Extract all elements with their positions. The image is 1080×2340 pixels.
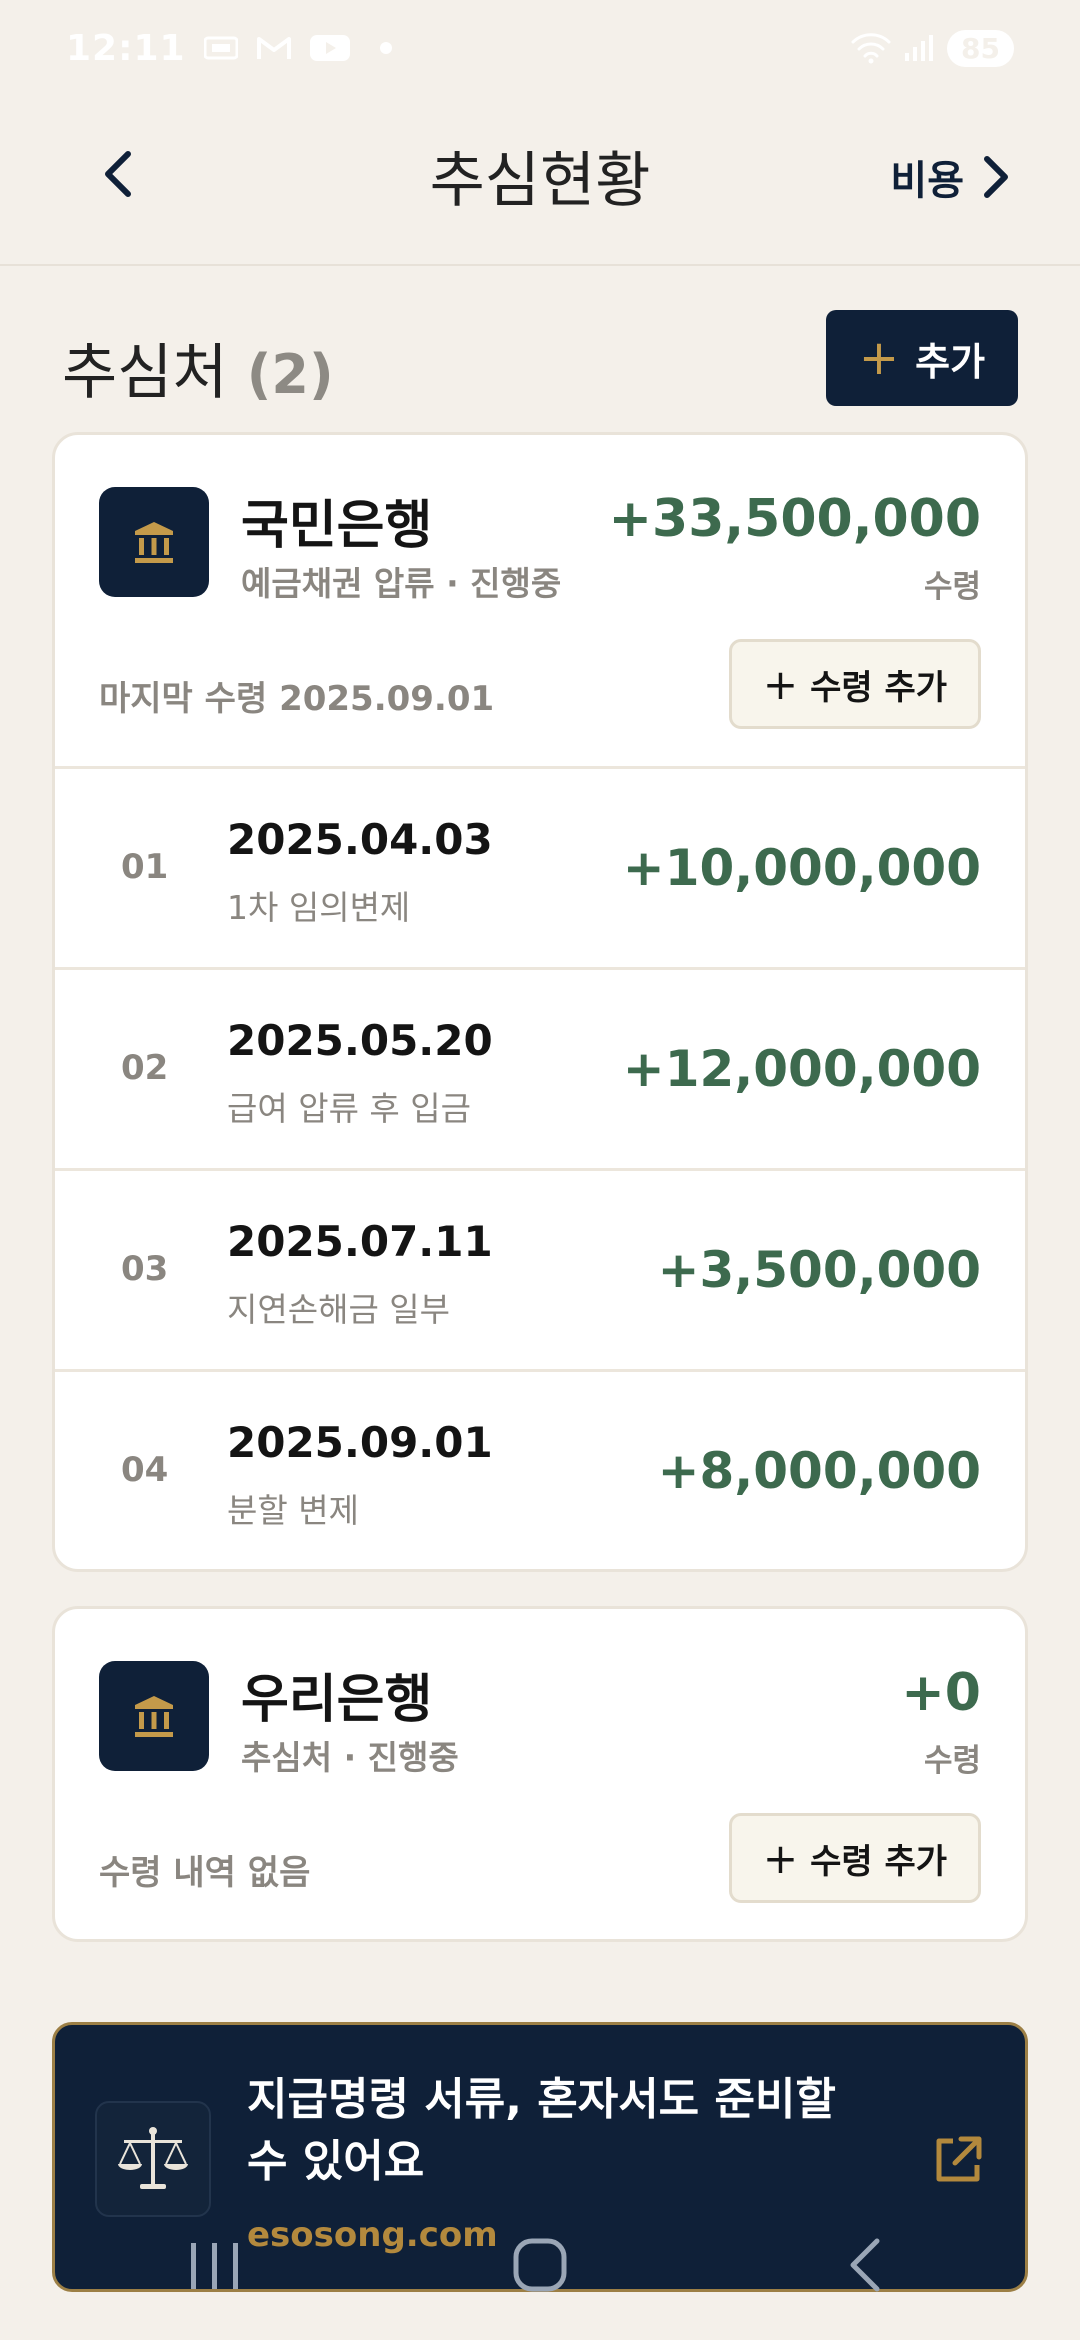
last-received: 마지막 수령 2025.09.01: [99, 679, 495, 719]
home-button[interactable]: [480, 2225, 600, 2305]
section-title: 추심처 (2): [62, 324, 334, 411]
receipt-number: 04: [121, 1450, 169, 1490]
creditor-total: +0: [901, 1663, 981, 1723]
signal-icon: [903, 33, 935, 63]
receipt-description: 급여 압류 후 입금: [227, 1089, 471, 1128]
creditor-card-header: 국민은행 예금채권 압류 · 진행중 +33,500,000 수령 마지막 수령…: [55, 435, 1025, 769]
status-bar: 12:11 85: [0, 0, 1080, 96]
home-icon: [513, 2238, 567, 2292]
add-creditor-button[interactable]: + 추가: [826, 310, 1018, 406]
receipt-row[interactable]: 04 2025.09.01 분할 변제 +8,000,000: [55, 1372, 1025, 1569]
receipt-amount: +3,500,000: [657, 1241, 981, 1299]
bank-icon: [99, 1661, 209, 1771]
plus-icon: +: [762, 1833, 799, 1883]
creditor-name: 국민은행: [241, 496, 433, 556]
status-right: 85: [851, 29, 1014, 67]
receipt-row[interactable]: 01 2025.04.03 1차 임의변제 +10,000,000: [55, 769, 1025, 970]
add-receipt-label: 수령 추가: [810, 667, 948, 708]
creditor-subtitle: 예금채권 압류 · 진행중: [241, 564, 562, 603]
receipt-number: 01: [121, 847, 169, 887]
receipt-date: 2025.09.01: [227, 1418, 493, 1467]
receipt-row[interactable]: 03 2025.07.11 지연손해금 일부 +3,500,000: [55, 1171, 1025, 1372]
plus-icon: +: [858, 330, 900, 386]
creditor-total-label: 수령: [923, 1743, 981, 1779]
creditor-total: +33,500,000: [608, 489, 981, 549]
receipt-description: 지연손해금 일부: [227, 1290, 451, 1329]
add-receipt-label: 수령 추가: [810, 1841, 948, 1882]
receipt-amount: +10,000,000: [622, 839, 981, 897]
receipt-amount: +8,000,000: [657, 1442, 981, 1500]
creditor-card-header: 우리은행 추심처 · 진행중 +0 수령 수령 내역 없음 + 수령 추가: [55, 1609, 1025, 1939]
wifi-icon: [851, 32, 891, 64]
add-receipt-button[interactable]: + 수령 추가: [729, 1813, 981, 1903]
receipt-date: 2025.05.20: [227, 1016, 493, 1065]
creditor-total-label: 수령: [923, 569, 981, 605]
sim-icon: [203, 36, 238, 60]
battery-indicator: 85: [947, 29, 1014, 67]
cost-button-label: 비용: [890, 158, 964, 204]
receipt-date: 2025.07.11: [227, 1217, 493, 1266]
youtube-icon: [309, 34, 350, 62]
back-arrow-icon: [850, 2238, 880, 2292]
creditor-name: 우리은행: [241, 1670, 433, 1730]
recent-apps-icon: [190, 2243, 238, 2289]
creditor-subtitle: 추심처 · 진행중: [241, 1738, 459, 1777]
receipt-description: 1차 임의변제: [227, 888, 411, 927]
banner-headline: 지급명령 서류, 혼자서도 준비할 수 있어요: [247, 2074, 836, 2188]
cost-button[interactable]: 비용: [890, 142, 1010, 212]
notification-dot-icon: [379, 42, 392, 54]
creditor-card-woori: 우리은행 추심처 · 진행중 +0 수령 수령 내역 없음 + 수령 추가: [52, 1606, 1028, 1942]
receipt-row[interactable]: 02 2025.05.20 급여 압류 후 입금 +12,000,000: [55, 970, 1025, 1171]
receipt-description: 분할 변제: [227, 1491, 359, 1530]
add-receipt-button[interactable]: + 수령 추가: [729, 639, 981, 729]
creditor-section-header: 추심처 (2) + 추가: [62, 310, 1018, 410]
creditor-count: (2): [246, 343, 334, 406]
receipt-number: 02: [121, 1048, 169, 1088]
bank-icon: [99, 487, 209, 597]
system-back-button[interactable]: [805, 2225, 925, 2305]
gmail-icon: [256, 35, 292, 61]
chevron-right-icon: [984, 156, 1008, 198]
external-link-icon[interactable]: [931, 2133, 985, 2187]
status-left: 12:11: [66, 28, 392, 69]
status-time: 12:11: [66, 27, 186, 69]
section-title-text: 추심처: [62, 338, 228, 408]
receipt-date: 2025.04.03: [227, 815, 493, 864]
plus-icon: +: [762, 659, 799, 709]
no-receipts-text: 수령 내역 없음: [99, 1853, 311, 1893]
receipt-amount: +12,000,000: [622, 1040, 981, 1098]
recent-apps-button[interactable]: [155, 2225, 275, 2305]
add-creditor-label: 추가: [915, 339, 986, 384]
scales-icon: [95, 2101, 211, 2217]
receipt-number: 03: [121, 1249, 169, 1289]
creditor-card-kb: 국민은행 예금채권 압류 · 진행중 +33,500,000 수령 마지막 수령…: [52, 432, 1028, 1572]
app-header: 추심현황 비용: [0, 96, 1080, 266]
system-nav-bar: [52, 2220, 1028, 2310]
